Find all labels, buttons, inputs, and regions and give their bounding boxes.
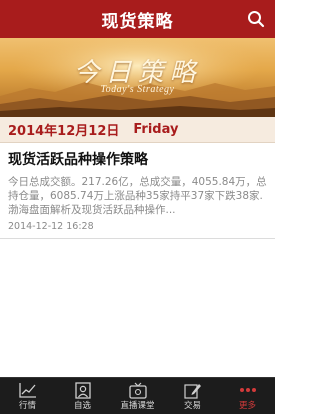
tab-label: 自选	[73, 401, 91, 411]
bottom-tab-bar: 行情 自选 直播课堂 交易 更多	[0, 377, 275, 414]
tab-label: 更多	[238, 401, 256, 411]
date-header: 2014年12月12日 Friday	[0, 117, 275, 143]
tab-trade[interactable]: 交易	[165, 378, 220, 414]
tab-label: 直播课堂	[120, 401, 155, 411]
top-navigation-bar: 现货策略	[0, 0, 275, 38]
tab-live-classroom[interactable]: 直播课堂	[110, 378, 165, 414]
portrait-icon	[73, 380, 93, 400]
tab-watchlist[interactable]: 自选	[55, 378, 110, 414]
tab-label: 交易	[183, 401, 201, 411]
pen-icon	[183, 380, 203, 400]
weekday-label: Friday	[133, 122, 179, 137]
more-dots-icon	[238, 380, 258, 400]
article-summary: 今日总成交额。217.26亿，总成交量，4055.84万，总持仓量，6085.7…	[8, 176, 267, 216]
tab-more[interactable]: 更多	[220, 378, 275, 414]
search-icon	[248, 11, 265, 28]
search-button[interactable]	[245, 8, 267, 30]
article-list-item[interactable]: 现货活跃品种操作策略 今日总成交额。217.26亿，总成交量，4055.84万，…	[0, 143, 275, 239]
todays-strategy-banner: 今日策略 Today's Strategy	[0, 38, 275, 117]
article-timestamp: 2014-12-12 16:28	[8, 221, 94, 232]
date-label: 2014年12月12日	[8, 124, 120, 139]
tab-quotes[interactable]: 行情	[0, 378, 55, 414]
page-title: 现货策略	[101, 11, 174, 32]
chart-icon	[18, 380, 38, 400]
article-title: 现货活跃品种操作策略	[8, 152, 148, 168]
tv-icon	[128, 380, 148, 400]
banner-title-english: Today's Strategy	[100, 84, 175, 95]
tab-label: 行情	[18, 401, 36, 411]
